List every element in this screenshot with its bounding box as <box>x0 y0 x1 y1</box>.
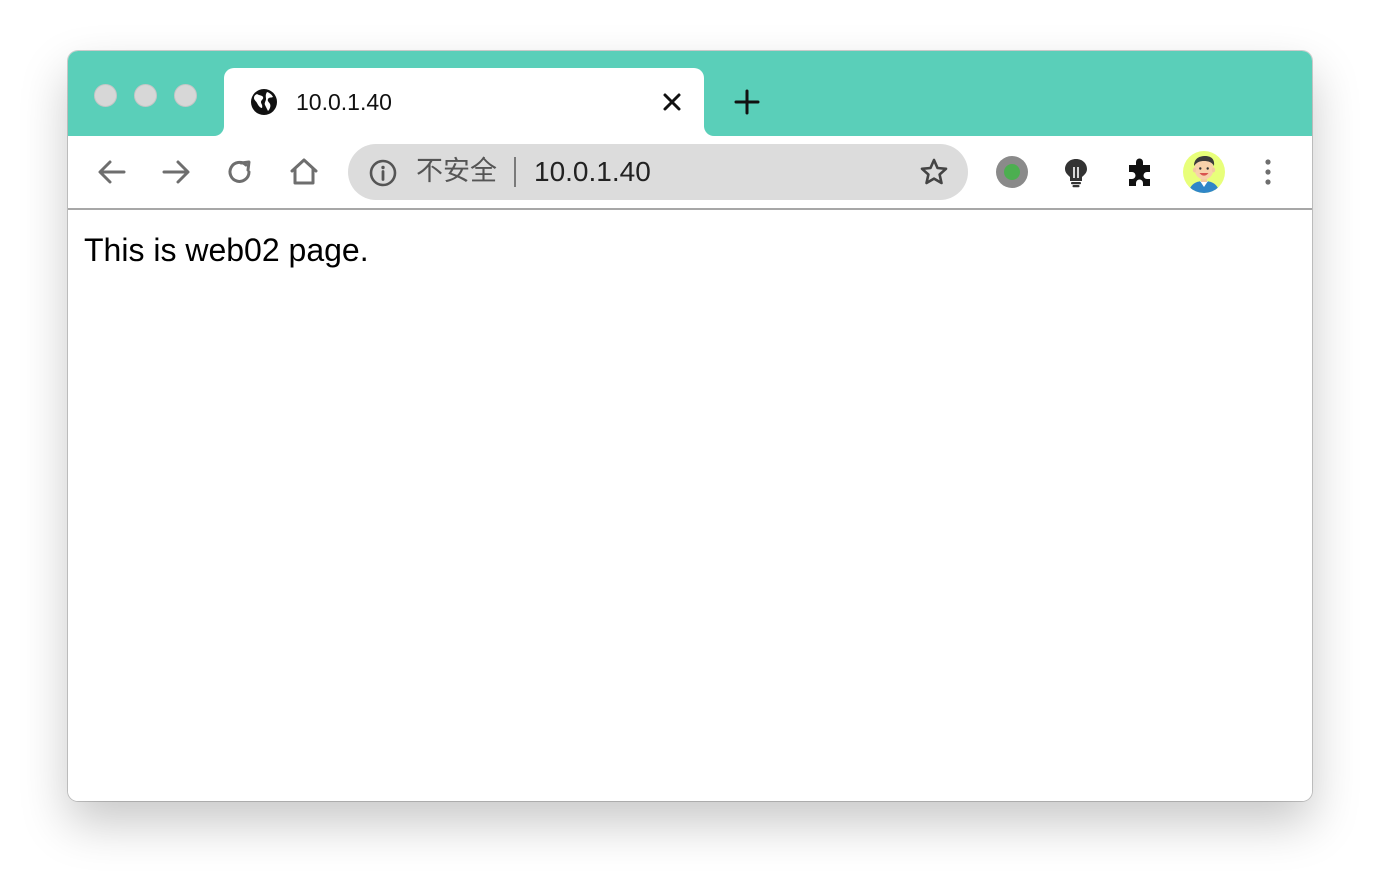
globe-icon <box>251 89 277 115</box>
plus-icon[interactable] <box>732 87 762 117</box>
security-label[interactable]: 不安全 <box>416 156 497 188</box>
url-text[interactable]: 10.0.1.40 <box>534 156 651 188</box>
lightbulb-icon[interactable] <box>1058 154 1094 190</box>
star-icon[interactable] <box>918 156 950 188</box>
tab-active[interactable]: 10.0.1.40 <box>224 68 704 136</box>
window-zoom-button[interactable] <box>174 84 197 107</box>
page-text: This is web02 page. <box>84 232 369 268</box>
arrow-left-icon[interactable] <box>94 154 130 190</box>
reload-icon[interactable] <box>222 154 258 190</box>
window-minimize-button[interactable] <box>134 84 157 107</box>
page-content: This is web02 page. <box>68 210 1312 801</box>
toolbar: 不安全 10.0.1.40 <box>68 136 1312 210</box>
tab-title: 10.0.1.40 <box>296 89 392 115</box>
browser-window: 10.0.1.40 不安全 10.0.1.40 This is web02 pa… <box>68 51 1312 801</box>
close-icon[interactable] <box>660 90 684 114</box>
info-icon[interactable] <box>368 158 398 188</box>
home-icon[interactable] <box>286 154 322 190</box>
address-bar[interactable]: 不安全 10.0.1.40 <box>348 144 968 200</box>
arrow-right-icon[interactable] <box>158 154 194 190</box>
more-vertical-icon[interactable] <box>1250 154 1286 190</box>
divider <box>514 157 516 187</box>
record-indicator-icon[interactable] <box>994 154 1030 190</box>
window-close-button[interactable] <box>94 84 117 107</box>
puzzle-icon[interactable] <box>1122 154 1158 190</box>
avatar[interactable] <box>1182 150 1226 194</box>
tab-strip: 10.0.1.40 <box>68 51 1312 136</box>
